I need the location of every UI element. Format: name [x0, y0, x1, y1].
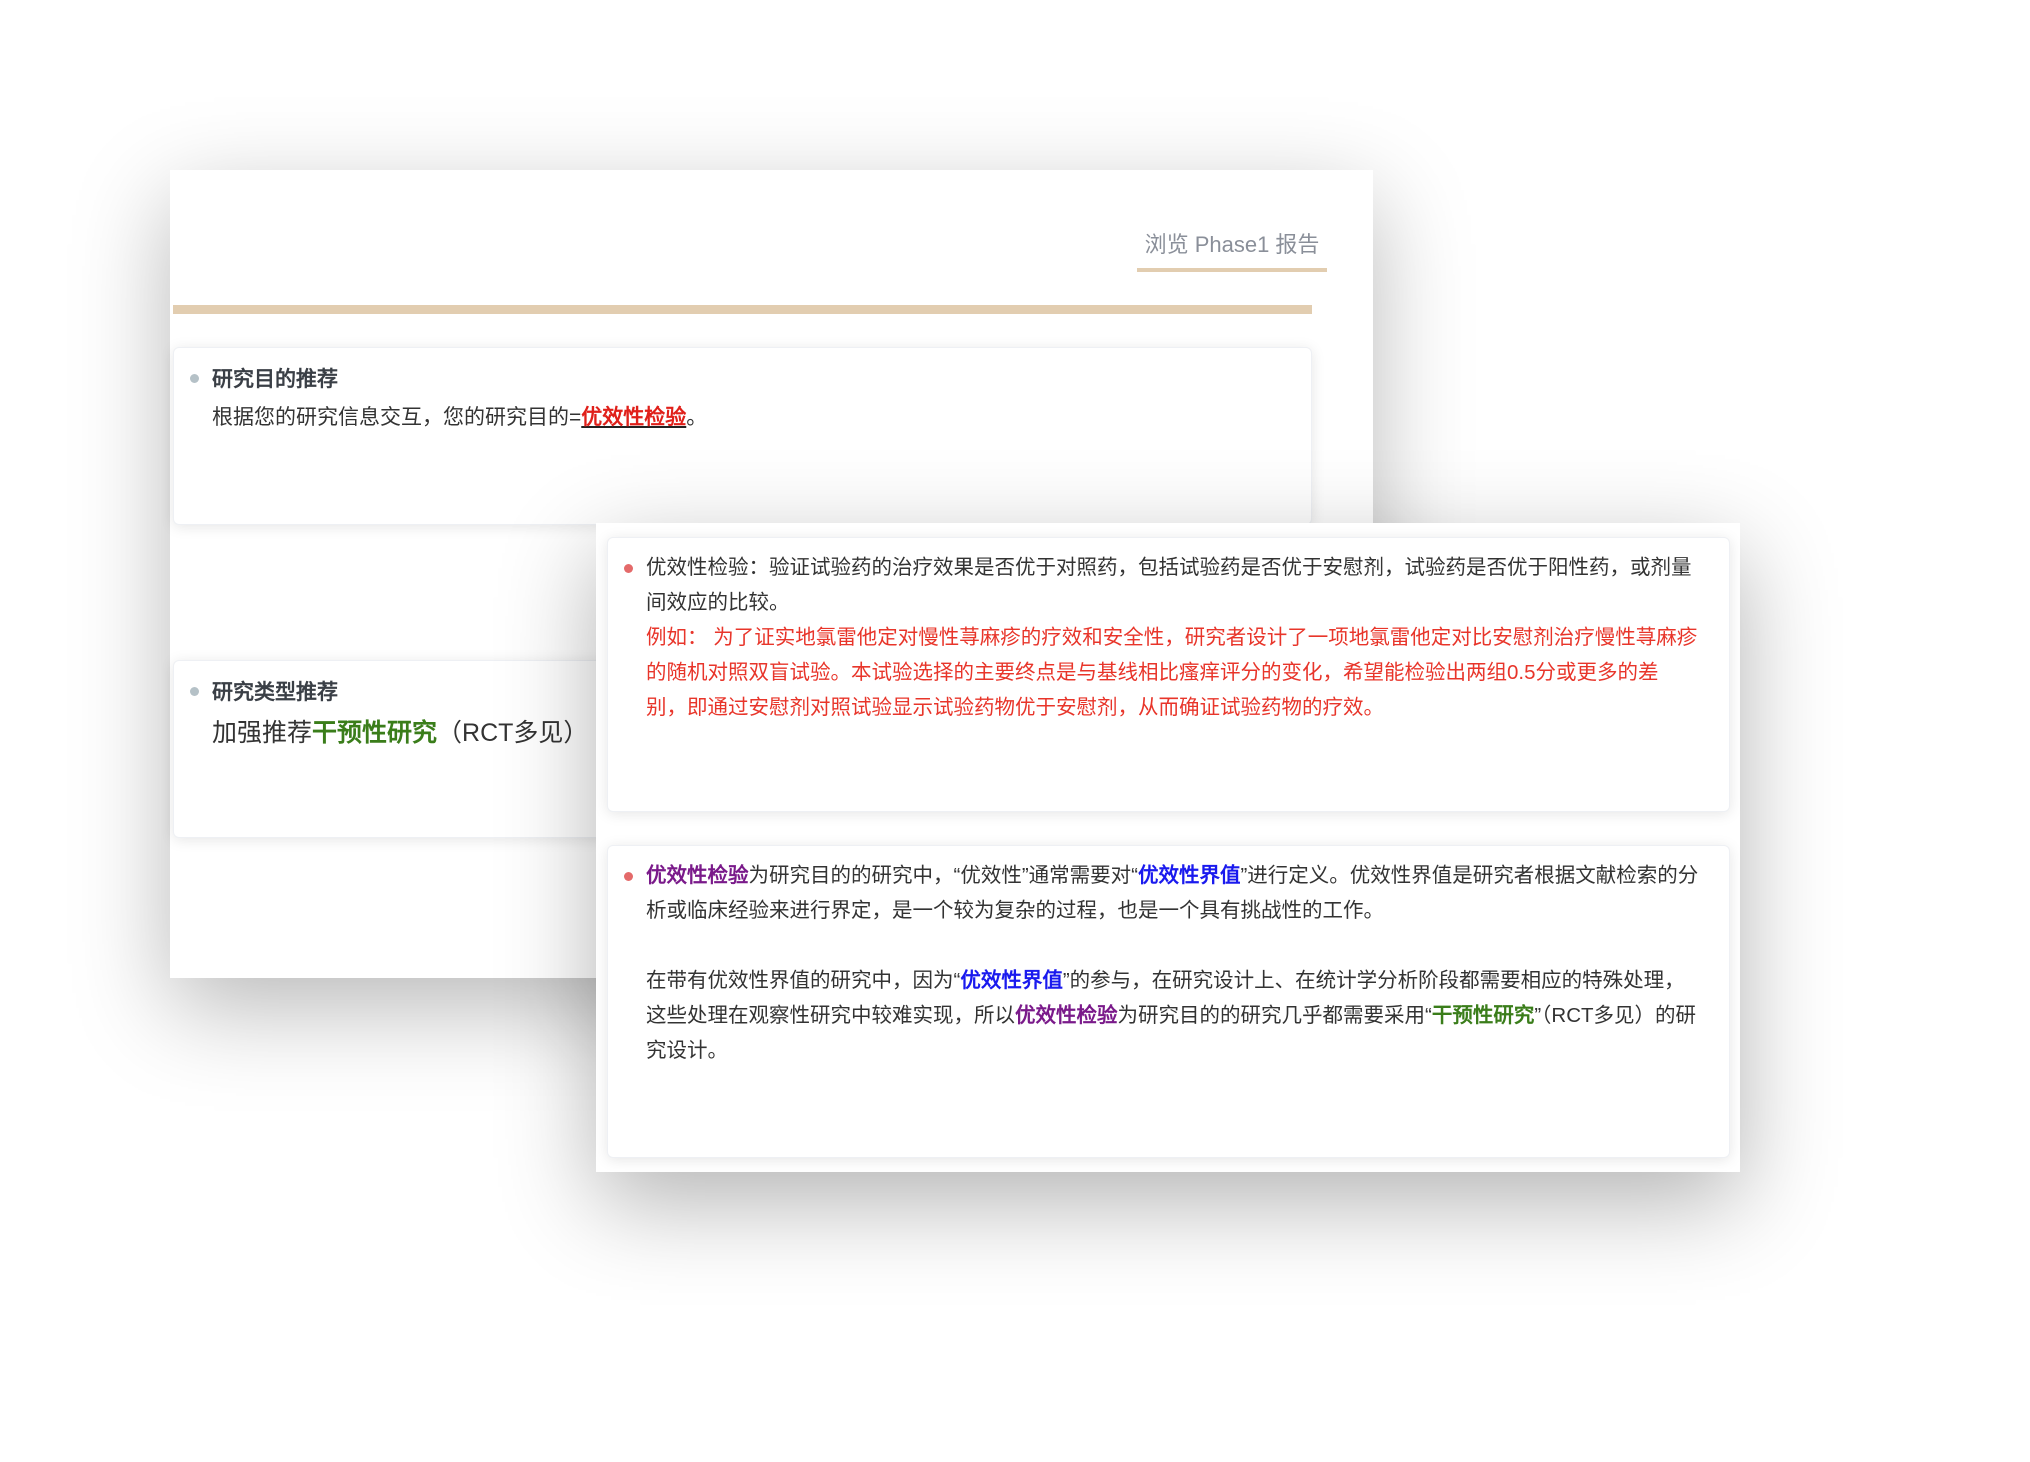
text: 为研究目的的研究中，“优效性”通常需要对“ — [748, 864, 1138, 887]
bullet-icon — [190, 687, 199, 696]
bullet-icon — [624, 564, 633, 573]
type-value: 干预性研究 — [312, 719, 438, 747]
definition-term: 优效性检验： — [646, 556, 769, 579]
text: 在带有优效性界值的研究中，因为“ — [646, 969, 961, 992]
margin-paragraph-1: 优效性检验为研究目的的研究中，“优效性”通常需要对“优效性界值”进行定义。优效性… — [646, 858, 1699, 928]
margin-card: 优效性检验为研究目的的研究中，“优效性”通常需要对“优效性界值”进行定义。优效性… — [607, 845, 1730, 1158]
purpose-card: 研究目的推荐 根据您的研究信息交互，您的研究目的=优效性检验。 — [173, 347, 1312, 525]
bullet-icon — [624, 872, 633, 881]
type-suffix: （RCT多见） — [437, 719, 589, 747]
term-superiority-test: 优效性检验 — [646, 864, 749, 887]
bullet-icon — [190, 374, 199, 383]
type-prefix: 加强推荐 — [212, 719, 313, 747]
type-title: 研究类型推荐 — [212, 681, 338, 704]
purpose-title: 研究目的推荐 — [212, 368, 338, 391]
divider-bar — [173, 305, 1312, 314]
definition-example: 例如： 为了证实地氯雷他定对慢性荨麻疹的疗效和安全性，研究者设计了一项地氯雷他定… — [646, 626, 1698, 719]
definition-text: 优效性检验：验证试验药的治疗效果是否优于对照药，包括试验药是否优于安慰剂，试验药… — [646, 550, 1699, 725]
purpose-prefix: 根据您的研究信息交互，您的研究目的= — [212, 406, 582, 429]
definition-body: 验证试验药的治疗效果是否优于对照药，包括试验药是否优于安慰剂，试验药是否优于阳性… — [646, 556, 1692, 614]
term-superiority-test: 优效性检验 — [1015, 1004, 1118, 1027]
purpose-value-link[interactable]: 优效性检验 — [581, 406, 686, 429]
term-interventional-study: 干预性研究 — [1431, 1004, 1535, 1027]
margin-paragraph-2: 在带有优效性界值的研究中，因为“优效性界值”的参与，在研究设计上、在统计学分析阶… — [646, 963, 1699, 1068]
type-text: 加强推荐干预性研究（RCT多见） — [212, 713, 588, 749]
purpose-text: 根据您的研究信息交互，您的研究目的=优效性检验。 — [212, 401, 707, 431]
type-card: 研究类型推荐 加强推荐干预性研究（RCT多见） — [173, 660, 613, 838]
text: 为研究目的的研究几乎都需要采用“ — [1117, 1004, 1432, 1027]
term-superiority-margin: 优效性界值 — [1137, 864, 1241, 887]
purpose-suffix: 。 — [686, 406, 708, 429]
term-superiority-margin: 优效性界值 — [960, 969, 1063, 992]
tab-browse-phase1-report[interactable]: 浏览 Phase1 报告 — [1137, 228, 1327, 272]
definition-card: 优效性检验：验证试验药的治疗效果是否优于对照药，包括试验药是否优于安慰剂，试验药… — [607, 537, 1730, 812]
